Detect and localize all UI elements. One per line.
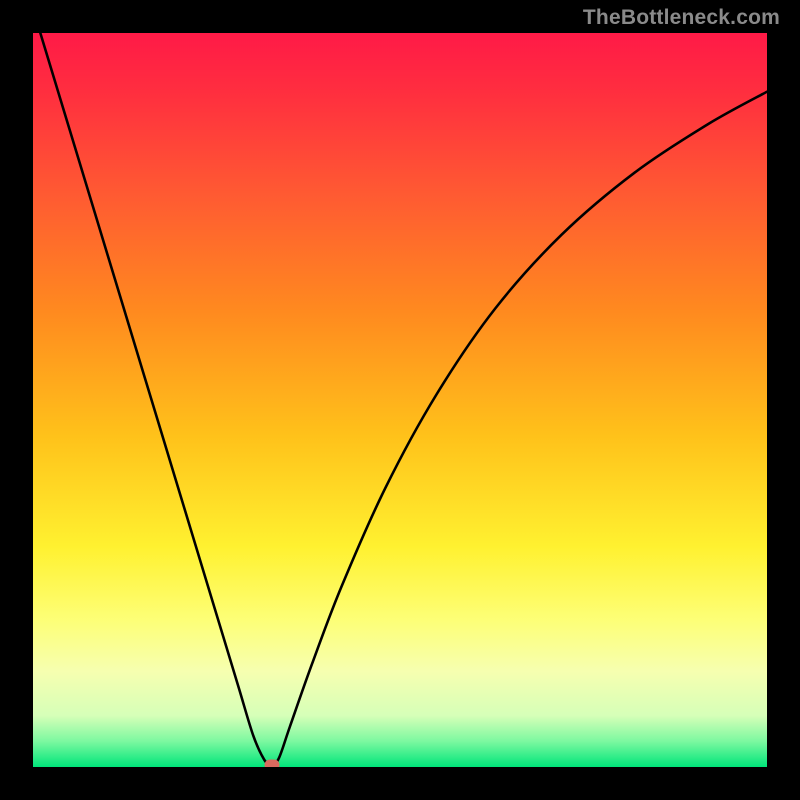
- curve-layer: [33, 33, 767, 767]
- optimal-point-marker: [264, 759, 279, 767]
- watermark-text: TheBottleneck.com: [583, 6, 780, 30]
- plot-area: [33, 33, 767, 767]
- chart-frame: TheBottleneck.com: [0, 0, 800, 800]
- bottleneck-curve: [40, 33, 767, 766]
